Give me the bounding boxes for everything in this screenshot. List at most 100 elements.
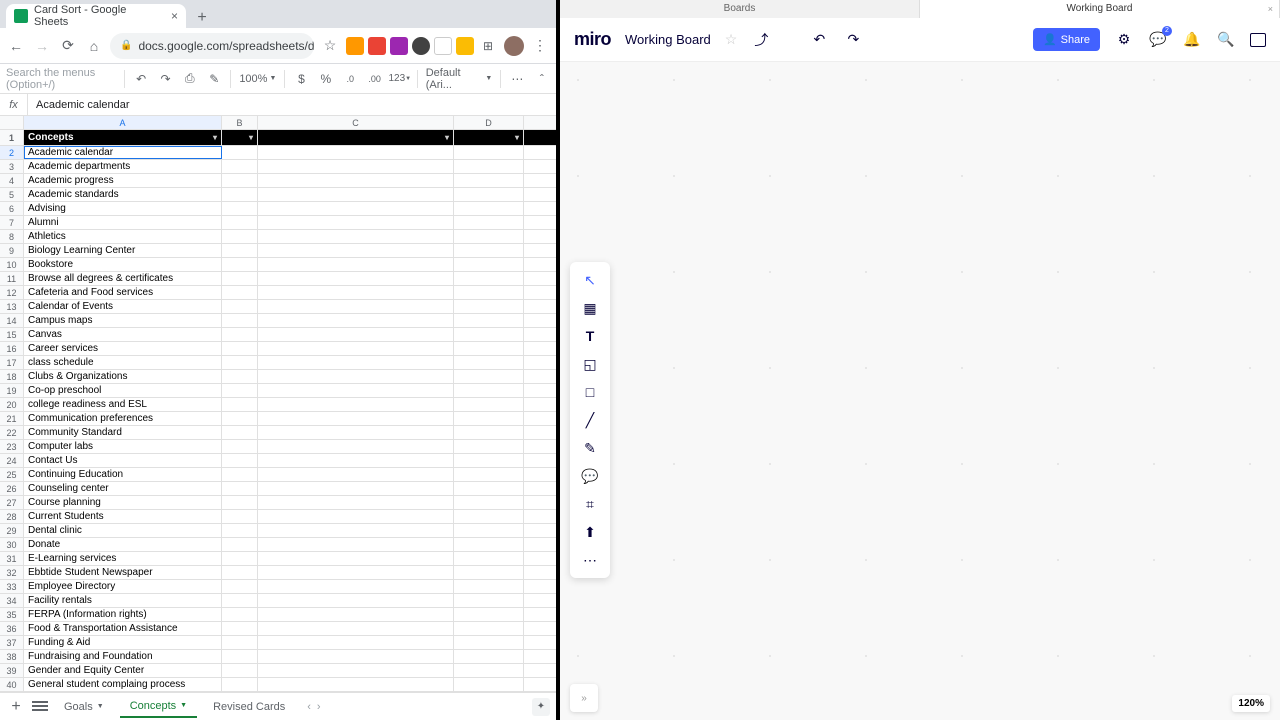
cell[interactable]	[222, 314, 258, 327]
cell[interactable]	[222, 216, 258, 229]
cell[interactable]	[454, 188, 524, 201]
row-number[interactable]: 12	[0, 286, 24, 299]
cell[interactable]	[258, 510, 454, 523]
cell[interactable]	[258, 440, 454, 453]
cell[interactable]	[454, 664, 524, 677]
row-number[interactable]: 18	[0, 370, 24, 383]
cell[interactable]	[454, 370, 524, 383]
cell[interactable]	[222, 272, 258, 285]
sticky-note-tool-icon[interactable]: ◱	[576, 352, 604, 376]
explore-button[interactable]: ✦	[532, 698, 550, 716]
increase-decimal-icon[interactable]: .00	[366, 70, 382, 88]
row-number[interactable]: 10	[0, 258, 24, 271]
row-number[interactable]: 20	[0, 398, 24, 411]
cell[interactable]	[258, 496, 454, 509]
row-number[interactable]: 16	[0, 342, 24, 355]
cell[interactable]	[258, 468, 454, 481]
cell[interactable]	[454, 412, 524, 425]
cell[interactable]	[258, 678, 454, 691]
settings-icon[interactable]: ⚙	[1114, 30, 1134, 50]
cell[interactable]	[222, 384, 258, 397]
cell[interactable]: Dental clinic	[24, 524, 222, 537]
cell[interactable]	[222, 412, 258, 425]
sheet-tab-goals[interactable]: Goals ▼	[54, 697, 114, 717]
cell[interactable]: Cafeteria and Food services	[24, 286, 222, 299]
table-row[interactable]: 26 Counseling center	[0, 482, 556, 496]
cell[interactable]: Academic departments	[24, 160, 222, 173]
currency-icon[interactable]: $	[293, 70, 309, 88]
table-row[interactable]: 39 Gender and Equity Center	[0, 664, 556, 678]
export-icon[interactable]: ⤴	[751, 30, 771, 50]
redo-icon[interactable]: ↷	[157, 70, 173, 88]
row-number[interactable]: 7	[0, 216, 24, 229]
table-row[interactable]: 15 Canvas	[0, 328, 556, 342]
row-number[interactable]: 21	[0, 412, 24, 425]
cell[interactable]	[258, 174, 454, 187]
table-row[interactable]: 11 Browse all degrees & certificates	[0, 272, 556, 286]
panel-icon[interactable]	[1250, 33, 1266, 47]
more-toolbar-icon[interactable]: ⋯	[509, 70, 525, 88]
cell[interactable]	[258, 216, 454, 229]
cell[interactable]	[454, 174, 524, 187]
row-number[interactable]: 36	[0, 622, 24, 635]
cell[interactable]	[222, 580, 258, 593]
table-row[interactable]: 33 Employee Directory	[0, 580, 556, 594]
cell[interactable]: Clubs & Organizations	[24, 370, 222, 383]
cell[interactable]	[222, 636, 258, 649]
cell[interactable]	[454, 146, 524, 159]
sheet-nav[interactable]: ‹›	[307, 701, 320, 713]
cell[interactable]	[258, 412, 454, 425]
cell[interactable]	[258, 566, 454, 579]
miro-tab-working[interactable]: Working Board×	[920, 0, 1280, 18]
frame-tool-icon[interactable]: ⌗	[576, 492, 604, 516]
header-cell-d[interactable]: ▾	[454, 130, 524, 145]
cell[interactable]: Funding & Aid	[24, 636, 222, 649]
home-icon[interactable]: ⌂	[84, 36, 104, 56]
row-number[interactable]: 5	[0, 188, 24, 201]
row-number[interactable]: 26	[0, 482, 24, 495]
cell[interactable]: Browse all degrees & certificates	[24, 272, 222, 285]
miro-tab-boards[interactable]: Boards	[560, 0, 920, 18]
row-number[interactable]: 34	[0, 594, 24, 607]
ext-icon-3[interactable]	[390, 37, 408, 55]
text-tool-icon[interactable]: T	[576, 324, 604, 348]
cell[interactable]: Gender and Equity Center	[24, 664, 222, 677]
reload-icon[interactable]: ⟳	[58, 36, 78, 56]
cell[interactable]	[222, 608, 258, 621]
cell[interactable]	[258, 426, 454, 439]
row-number[interactable]: 4	[0, 174, 24, 187]
cell[interactable]	[258, 538, 454, 551]
cell[interactable]: Computer labs	[24, 440, 222, 453]
cell[interactable]	[454, 398, 524, 411]
cell[interactable]	[258, 202, 454, 215]
ext-icon-4[interactable]	[412, 37, 430, 55]
row-number[interactable]: 33	[0, 580, 24, 593]
table-row[interactable]: 31 E-Learning services	[0, 552, 556, 566]
board-title[interactable]: Working Board	[625, 32, 711, 47]
cell[interactable]	[258, 328, 454, 341]
table-row[interactable]: 30 Donate	[0, 538, 556, 552]
cell[interactable]	[454, 160, 524, 173]
cell[interactable]	[222, 482, 258, 495]
cell[interactable]: Donate	[24, 538, 222, 551]
cell[interactable]	[222, 524, 258, 537]
cell[interactable]	[222, 202, 258, 215]
table-header-row[interactable]: 1 Concepts▾ ▾ ▾ ▾	[0, 130, 556, 146]
cell[interactable]	[258, 300, 454, 313]
new-tab-button[interactable]: +	[192, 8, 212, 28]
table-row[interactable]: 22 Community Standard	[0, 426, 556, 440]
cell[interactable]: Alumni	[24, 216, 222, 229]
col-header-b[interactable]: B	[222, 116, 258, 129]
select-all-corner[interactable]	[0, 116, 24, 129]
cell[interactable]	[222, 286, 258, 299]
row-number[interactable]: 22	[0, 426, 24, 439]
zoom-select[interactable]: 100% ▼	[239, 73, 276, 85]
cell[interactable]	[222, 342, 258, 355]
row-number[interactable]: 27	[0, 496, 24, 509]
cell[interactable]	[222, 440, 258, 453]
cell[interactable]	[454, 440, 524, 453]
table-row[interactable]: 13 Calendar of Events	[0, 300, 556, 314]
cell[interactable]	[454, 314, 524, 327]
filter-icon[interactable]: ▾	[213, 130, 217, 145]
collapse-toolbar-icon[interactable]: »	[570, 684, 598, 712]
